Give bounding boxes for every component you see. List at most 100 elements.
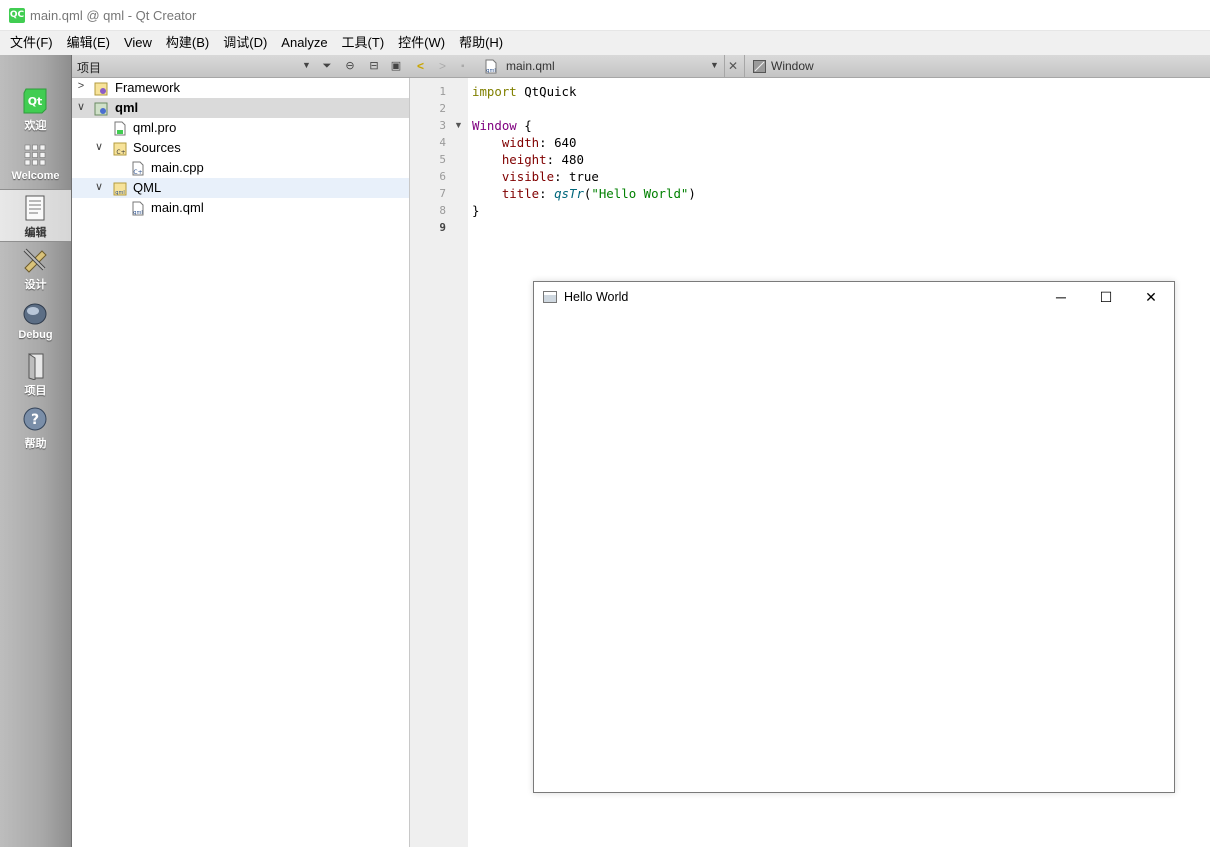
editor-toolbar: < > ▪ qml main.qml ▼ ✕ Window (410, 55, 1210, 78)
line-number-gutter: 1 2 3 4 5 6 7 8 9 (410, 78, 468, 847)
window-app-icon (543, 291, 557, 303)
toolbar-divider (724, 55, 725, 78)
line-number: 3 (439, 119, 446, 132)
tree-item-sources[interactable]: ∨ C+ Sources (72, 138, 409, 158)
bug-icon (23, 303, 47, 325)
svg-text:C+: C+ (133, 169, 142, 176)
menu-help[interactable]: 帮助(H) (452, 31, 510, 55)
tree-item-qml-project[interactable]: ∨ qml (72, 98, 409, 118)
fold-toggle-icon[interactable]: ▼ (454, 120, 463, 130)
qt-creator-app-icon: QC (9, 8, 25, 23)
tree-item-main-qml[interactable]: qml main.qml (72, 198, 409, 218)
svg-text:qml: qml (133, 210, 142, 216)
code-property: visible (501, 169, 555, 184)
code-text: : 640 (539, 135, 577, 150)
mode-welcome[interactable]: Welcome (0, 136, 71, 189)
tree-item-qml-folder[interactable]: ∨ qml QML (72, 178, 409, 198)
code-text: : true (554, 169, 599, 184)
code-line: Window { (472, 117, 532, 134)
qml-file-icon: qml (132, 201, 144, 216)
grid-icon (24, 144, 46, 166)
mode-edit[interactable]: 编辑 (0, 189, 71, 242)
hello-world-window[interactable]: Hello World ─ ☐ ✕ (533, 281, 1175, 793)
code-text: QtQuick (516, 84, 577, 99)
menu-debug[interactable]: 调试(D) (216, 31, 274, 55)
back-arrow-icon[interactable]: < (417, 58, 424, 75)
toolbar-divider (744, 55, 745, 78)
code-line: visible: true (472, 168, 599, 185)
svg-text:C+: C+ (116, 149, 125, 156)
tree-item-framework[interactable]: > Framework (72, 78, 409, 98)
title-bar: QC main.qml @ qml - Qt Creator (0, 0, 1210, 31)
filter-icon[interactable]: ⏷ (319, 58, 335, 74)
code-function: qsTr (554, 186, 584, 201)
menu-build[interactable]: 构建(B) (159, 31, 216, 55)
code-line: height: 480 (472, 151, 584, 168)
chevron-down-icon[interactable]: ∨ (93, 140, 105, 153)
mode-debug[interactable]: Debug (0, 295, 71, 348)
svg-text:qml: qml (486, 68, 495, 74)
split-icon[interactable]: ⊟ (366, 58, 382, 74)
close-document-icon[interactable]: ✕ (728, 58, 738, 75)
maximize-button[interactable]: ☐ (1083, 282, 1129, 312)
folder-icon (28, 353, 44, 380)
mode-label: 欢迎 (24, 120, 47, 132)
svg-text:Qt: Qt (28, 95, 43, 108)
tree-item-label: Framework (115, 80, 181, 95)
help-icon: ? (23, 407, 47, 431)
tree-item-label: qml (115, 100, 139, 115)
qml-folder-icon: qml (113, 182, 127, 196)
hello-world-title-bar[interactable]: Hello World ─ ☐ ✕ (534, 282, 1174, 312)
mode-sidebar: Qt 欢迎 Welcome 编辑 设计 Debug 项目 ? 帮助 (0, 55, 72, 847)
code-text: { (516, 118, 532, 133)
open-document-selector[interactable]: main.qml (506, 58, 555, 75)
chevron-down-icon[interactable]: ∨ (93, 180, 105, 193)
code-property: title (501, 186, 540, 201)
mode-label: Debug (18, 329, 53, 341)
chevron-down-icon[interactable]: ∨ (75, 100, 87, 113)
forward-arrow-icon[interactable]: > (439, 58, 446, 75)
line-number: 6 (439, 170, 446, 183)
code-line: } (472, 202, 479, 219)
tree-item-label: QML (133, 180, 162, 195)
chevron-down-icon[interactable]: ▼ (710, 60, 719, 70)
project-folder-icon (94, 82, 108, 96)
menu-analyze[interactable]: Analyze (274, 31, 334, 55)
menu-view[interactable]: View (117, 31, 159, 55)
menu-tools[interactable]: 工具(T) (335, 31, 392, 55)
menu-file[interactable]: 文件(F) (3, 31, 60, 55)
minimize-button[interactable]: ─ (1038, 282, 1084, 312)
project-folder-icon (94, 102, 108, 116)
document-icon (25, 195, 45, 221)
mode-welcome-qt[interactable]: Qt 欢迎 (0, 83, 71, 136)
mode-design[interactable]: 设计 (0, 242, 71, 295)
mode-help[interactable]: ? 帮助 (0, 401, 71, 454)
project-tree: > Framework ∨ qml qml.pro ∨ C+ Sources C… (72, 78, 410, 847)
close-button[interactable]: ✕ (1128, 282, 1174, 312)
menu-bar: 文件(F) 编辑(E) View 构建(B) 调试(D) Analyze 工具(… (0, 31, 1210, 55)
chevron-down-icon[interactable]: ▼ (302, 60, 311, 70)
code-text: : 480 (546, 152, 584, 167)
close-pane-icon[interactable]: ▣ (388, 58, 404, 74)
menu-widgets[interactable]: 控件(W) (391, 31, 452, 55)
project-view-selector[interactable]: 项目 (77, 59, 101, 76)
symbol-selector[interactable]: Window (771, 58, 814, 75)
tree-item-qml-pro[interactable]: qml.pro (72, 118, 409, 138)
qml-file-icon: qml (485, 59, 497, 74)
tree-item-main-cpp[interactable]: C+ main.cpp (72, 158, 409, 178)
code-text: } (472, 203, 480, 218)
hello-world-title: Hello World (564, 290, 629, 304)
chevron-right-icon[interactable]: > (75, 80, 87, 92)
code-string: "Hello World" (591, 186, 689, 201)
qt-logo-icon: Qt (23, 88, 47, 114)
link-icon[interactable]: ⊖ (342, 58, 358, 74)
sources-folder-icon: C+ (113, 142, 127, 156)
symbol-icon (753, 60, 766, 73)
line-number: 7 (439, 187, 446, 200)
code-text: : (539, 186, 555, 201)
window-title: main.qml @ qml - Qt Creator (30, 8, 197, 23)
mode-projects[interactable]: 项目 (0, 348, 71, 401)
pencil-ruler-icon (23, 248, 47, 273)
lock-icon[interactable]: ▪ (461, 58, 465, 75)
menu-edit[interactable]: 编辑(E) (60, 31, 117, 55)
